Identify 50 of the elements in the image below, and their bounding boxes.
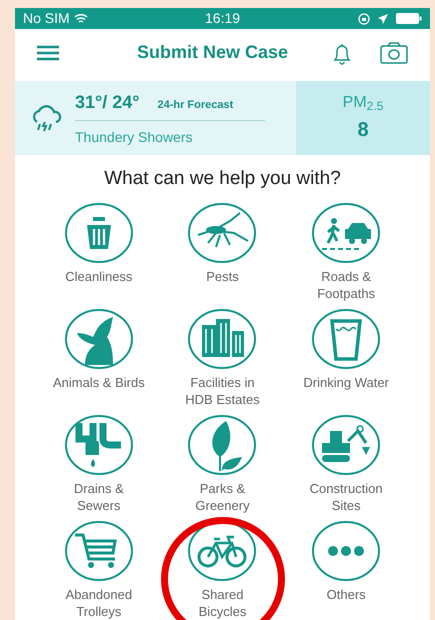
category-label: Construction Sites bbox=[308, 480, 384, 514]
category-button[interactable]: Construction Sites bbox=[300, 414, 392, 514]
rotation-lock-icon bbox=[358, 12, 370, 24]
forecast-label: 24-hr Forecast bbox=[157, 98, 234, 113]
excavator-icon bbox=[311, 414, 382, 476]
dog-head-icon bbox=[64, 308, 134, 370]
category-label: Pests bbox=[205, 268, 240, 285]
category-label: Roads & Footpaths bbox=[316, 268, 376, 302]
category-label: Facilities in HDB Estates bbox=[184, 374, 261, 408]
three-dots-icon bbox=[311, 520, 382, 582]
clock-text: 16:19 bbox=[205, 9, 240, 28]
category-button[interactable]: Parks & Greenery bbox=[176, 414, 268, 514]
menu-icon[interactable] bbox=[37, 44, 59, 61]
pipes-icon bbox=[64, 414, 134, 476]
category-button[interactable]: Shared Bicycles bbox=[176, 520, 268, 620]
category-label: Shared Bicycles bbox=[198, 586, 248, 620]
battery-icon bbox=[396, 13, 422, 24]
category-label: Drinking Water bbox=[302, 374, 390, 391]
category-button[interactable]: Others bbox=[300, 520, 392, 620]
pm-label: PM$_{2.5}$ bbox=[342, 93, 384, 116]
camera-icon[interactable] bbox=[380, 42, 408, 64]
pm-value: 8 bbox=[357, 118, 369, 144]
shopping-cart-icon bbox=[64, 520, 134, 582]
category-button[interactable]: Roads & Footpaths bbox=[300, 202, 392, 302]
carrier-text: No SIM bbox=[23, 9, 70, 28]
location-arrow-icon bbox=[378, 14, 388, 24]
category-label: Abandoned Trolleys bbox=[64, 586, 134, 620]
category-label: Drains & Sewers bbox=[72, 480, 125, 514]
category-label: Animals & Birds bbox=[52, 374, 145, 391]
screen-title: Submit New Case bbox=[137, 41, 288, 64]
category-button[interactable]: Drinking Water bbox=[300, 308, 392, 408]
category-button[interactable]: Drains & Sewers bbox=[52, 414, 145, 514]
category-button[interactable]: Cleanliness bbox=[52, 202, 145, 302]
category-label: Others bbox=[326, 586, 367, 603]
leaves-icon bbox=[187, 414, 258, 476]
category-button[interactable]: Animals & Birds bbox=[52, 308, 145, 408]
category-button[interactable]: Abandoned Trolleys bbox=[52, 520, 145, 620]
mosquito-icon bbox=[187, 202, 258, 264]
pedestrian-and-car-icon bbox=[311, 202, 382, 264]
glass-of-water-icon bbox=[311, 308, 382, 370]
category-button[interactable]: Facilities in HDB Estates bbox=[176, 308, 268, 408]
prompt-heading: What can we help you with? bbox=[103, 167, 342, 192]
category-label: Parks & Greenery bbox=[194, 480, 251, 514]
category-button[interactable]: Pests bbox=[176, 202, 268, 302]
wifi-icon bbox=[74, 13, 88, 24]
temperature-text: 31°/ 24° bbox=[75, 90, 140, 114]
trash-can-icon bbox=[64, 202, 134, 264]
weather-condition-text: Thundery Showers bbox=[75, 128, 194, 147]
category-label: Cleanliness bbox=[64, 268, 134, 285]
buildings-icon bbox=[187, 308, 258, 370]
